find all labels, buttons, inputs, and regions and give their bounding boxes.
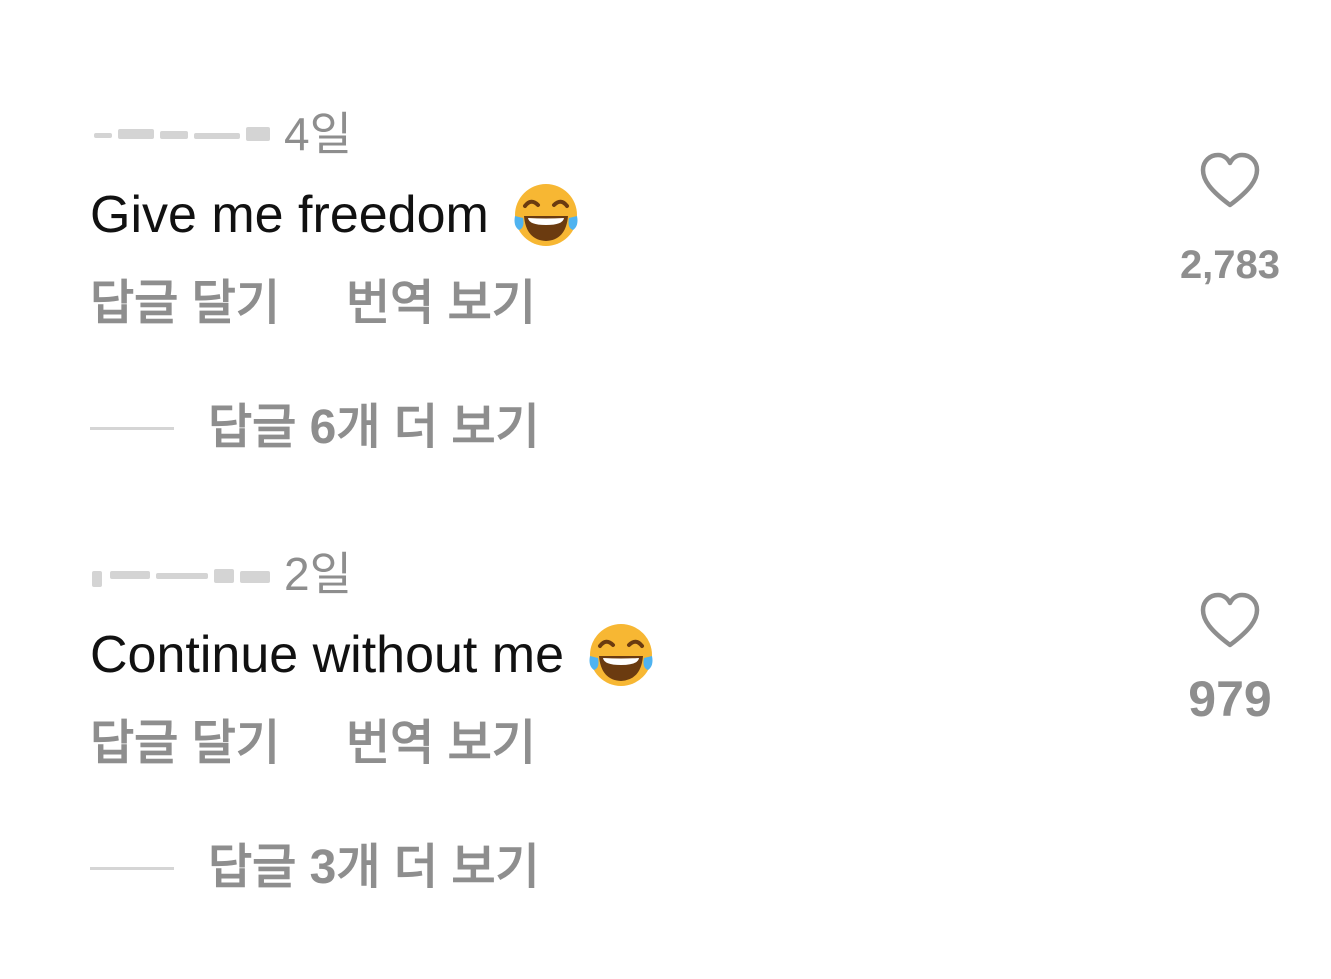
comment-body: Give me freedom [90,180,581,250]
comment-actions: 답글 달기 번역 보기 [90,272,536,336]
like-count: 2,783 [1179,243,1281,287]
comment-body: Continue without me [90,620,656,690]
comment-actions: 답글 달기 번역 보기 [90,712,536,776]
like-section: 979 [1170,590,1290,724]
reply-button[interactable]: 답글 달기 [90,712,280,776]
view-replies-label: 답글 6개 더 보기 [208,401,540,454]
comment-text: Give me freedom [90,186,489,244]
tears-of-joy-emoji-icon [511,180,581,250]
comments-page: 4일 Give me freedom 답글 달기 번역 보기 답글 6개 더 보… [0,0,1331,979]
comment-meta: 4일 [90,104,352,164]
tears-of-joy-emoji-icon [586,620,656,690]
comment-text: Continue without me [90,626,565,684]
replies-divider [90,426,174,430]
comment-meta: 2일 [90,544,352,604]
view-replies-button[interactable]: 답글 6개 더 보기 [90,396,540,460]
comment-timestamp: 2일 [284,548,352,600]
heart-icon[interactable] [1198,590,1262,654]
translate-button[interactable]: 번역 보기 [346,272,536,336]
like-count: 979 [1188,671,1272,727]
view-replies-label: 답글 3개 더 보기 [208,841,540,894]
view-replies-button[interactable]: 답글 3개 더 보기 [90,836,540,900]
translate-button[interactable]: 번역 보기 [346,712,536,776]
comment-timestamp: 4일 [284,108,352,160]
reply-button[interactable]: 답글 달기 [90,272,280,336]
heart-icon[interactable] [1198,150,1262,214]
username-redacted[interactable] [90,561,276,587]
replies-divider [90,866,174,870]
like-section: 2,783 [1170,150,1290,290]
username-redacted[interactable] [90,121,276,147]
